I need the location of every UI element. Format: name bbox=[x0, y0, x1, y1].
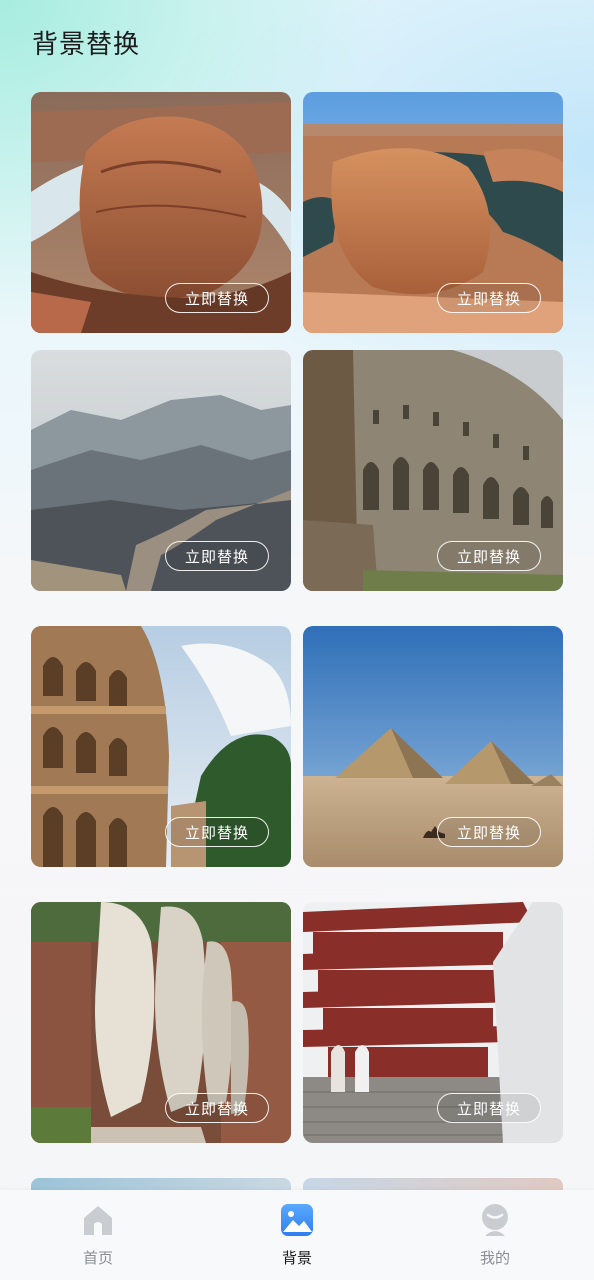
replace-now-button[interactable]: 立即替换 bbox=[437, 541, 541, 571]
profile-icon bbox=[482, 1204, 508, 1236]
replace-now-button[interactable]: 立即替换 bbox=[165, 1093, 269, 1123]
replace-now-button[interactable]: 立即替换 bbox=[165, 541, 269, 571]
page-title: 背景替换 bbox=[32, 30, 141, 60]
background-card-partial[interactable] bbox=[31, 1178, 291, 1190]
bottom-tab-bar: 首页 背景 我的 bbox=[0, 1190, 594, 1280]
tab-profile[interactable]: 我的 bbox=[435, 1190, 555, 1280]
replace-now-button[interactable]: 立即替换 bbox=[437, 1093, 541, 1123]
replace-now-button[interactable]: 立即替换 bbox=[437, 817, 541, 847]
replace-now-button[interactable]: 立即替换 bbox=[165, 283, 269, 313]
background-card[interactable]: 立即替换 bbox=[31, 92, 291, 333]
background-card[interactable]: 立即替换 bbox=[31, 626, 291, 867]
background-card[interactable]: 立即替换 bbox=[303, 92, 563, 333]
background-card-partial[interactable] bbox=[303, 1178, 563, 1190]
background-card[interactable]: 立即替换 bbox=[303, 902, 563, 1143]
image-icon bbox=[281, 1204, 313, 1236]
tab-background-label: 背景 bbox=[281, 1249, 312, 1267]
tab-home[interactable]: 首页 bbox=[38, 1190, 158, 1280]
tab-profile-label: 我的 bbox=[479, 1249, 510, 1267]
tab-background[interactable]: 背景 bbox=[237, 1190, 357, 1280]
replace-now-button[interactable]: 立即替换 bbox=[165, 817, 269, 847]
background-card[interactable]: 立即替换 bbox=[31, 350, 291, 591]
tab-home-label: 首页 bbox=[82, 1249, 113, 1267]
home-icon bbox=[84, 1206, 112, 1235]
replace-now-button[interactable]: 立即替换 bbox=[437, 283, 541, 313]
background-card[interactable]: 立即替换 bbox=[31, 902, 291, 1143]
background-card[interactable]: 立即替换 bbox=[303, 350, 563, 591]
background-card[interactable]: 立即替换 bbox=[303, 626, 563, 867]
